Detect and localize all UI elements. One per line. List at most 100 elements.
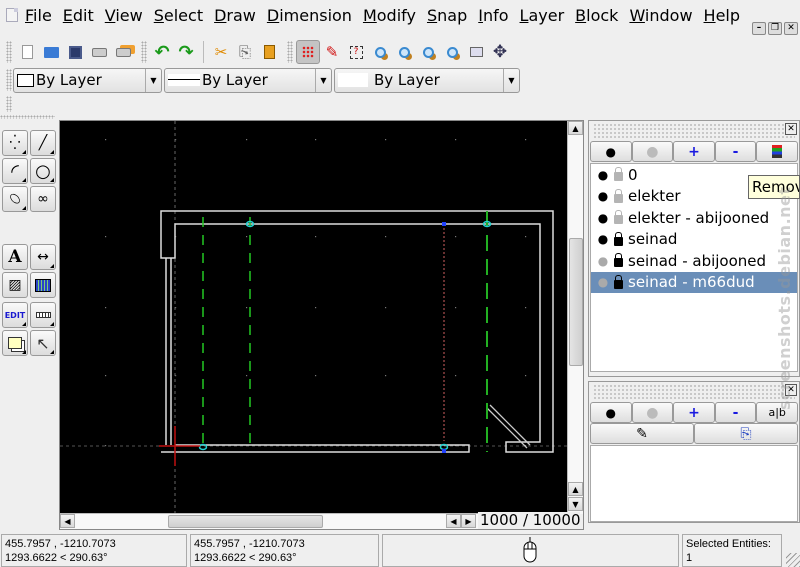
select-tool-button[interactable]: ↖ [30, 330, 56, 356]
hide-all-blocks-button[interactable]: ● [631, 402, 674, 423]
menu-snap[interactable]: Snap [424, 6, 475, 25]
remove-block-button[interactable]: - [714, 402, 757, 423]
vertical-scroll-thumb[interactable] [569, 238, 583, 366]
scroll-up-button[interactable]: ▲ [568, 121, 583, 135]
image-tool-button[interactable] [30, 272, 56, 298]
lock-open-icon[interactable] [614, 167, 623, 182]
show-all-blocks-button[interactable]: ● [590, 402, 632, 423]
dimensions-tool-button[interactable]: ↔ [30, 244, 56, 270]
cut-button[interactable]: ✂ [209, 40, 233, 64]
add-block-button[interactable]: + [673, 402, 715, 423]
lock-open-icon[interactable] [614, 210, 623, 225]
menu-draw[interactable]: Draw [211, 6, 264, 25]
edit-block-button[interactable]: ✎ [590, 423, 694, 444]
remove-layer-button[interactable]: - [714, 141, 757, 162]
zoom-pan-button[interactable]: ✥ [488, 40, 512, 64]
zoom-window-button[interactable] [464, 40, 488, 64]
open-file-button[interactable] [39, 40, 63, 64]
scroll-right-button[interactable]: ▶ [461, 514, 476, 528]
scroll-left-button-right[interactable]: ◀ [446, 514, 461, 528]
redo-button[interactable]: ↷ [174, 40, 198, 64]
block-tool-button[interactable] [2, 330, 28, 356]
save-button[interactable] [63, 40, 87, 64]
layer-row[interactable]: ● elekter - abijooned [591, 207, 797, 229]
ellipses-tool-button[interactable]: ⬯ [2, 186, 28, 212]
edit-layer-button[interactable] [756, 141, 798, 162]
toolbar-grip[interactable] [6, 41, 12, 63]
dock-title-bar[interactable]: ✕ [593, 123, 797, 139]
lock-closed-icon[interactable] [614, 231, 623, 246]
dock-title-bar[interactable]: ✕ [593, 384, 797, 400]
menu-layer[interactable]: Layer [517, 6, 573, 25]
edit-tool-button[interactable]: EDIT [2, 302, 28, 328]
lock-closed-icon[interactable] [614, 253, 623, 268]
menu-info[interactable]: Info [475, 6, 516, 25]
width-combo[interactable]: By Layer ▼ [164, 67, 332, 93]
horizontal-scroll-thumb[interactable] [168, 515, 323, 528]
toolbar-grip[interactable] [287, 41, 293, 63]
new-file-button[interactable] [15, 40, 39, 64]
layer-row[interactable]: ● seinad - m66dud [591, 271, 797, 293]
points-tool-button[interactable]: ⁛ [2, 130, 28, 156]
block-list[interactable] [590, 445, 798, 522]
zoom-in-button[interactable] [368, 40, 392, 64]
layer-row[interactable]: ● seinad [591, 229, 797, 251]
scroll-down-button[interactable]: ▼ [568, 497, 583, 511]
circles-tool-button[interactable]: ○ [30, 158, 56, 184]
draft-mode-button[interactable]: ✎ [320, 40, 344, 64]
eye-hidden-icon[interactable]: ● [595, 275, 611, 289]
undo-button[interactable]: ↶ [150, 40, 174, 64]
menu-file[interactable]: File [22, 6, 60, 25]
zoom-out-button[interactable] [392, 40, 416, 64]
restore-button[interactable]: ❐ [768, 22, 782, 35]
copy-button[interactable]: ⎘ [233, 40, 257, 64]
menu-dimension[interactable]: Dimension [264, 6, 360, 25]
lines-tool-button[interactable]: ╱ [30, 130, 56, 156]
close-button[interactable]: ✕ [784, 22, 798, 35]
print-preview-button[interactable] [111, 40, 135, 64]
eye-icon[interactable]: ● [595, 189, 611, 203]
window-resize-grip[interactable] [786, 553, 800, 567]
toolbar-grip[interactable] [6, 96, 12, 112]
menu-modify[interactable]: Modify [360, 6, 424, 25]
arcs-tool-button[interactable]: ◜ [2, 158, 28, 184]
zoom-auto-button[interactable] [416, 40, 440, 64]
hide-all-layers-button[interactable]: ● [631, 141, 674, 162]
minimize-button[interactable]: – [752, 22, 766, 35]
lock-closed-icon[interactable] [614, 274, 623, 289]
toolbar-grip[interactable] [6, 69, 12, 91]
toolbar-grip[interactable] [141, 41, 147, 63]
measure-tool-button[interactable] [30, 302, 56, 328]
menu-help[interactable]: Help [701, 6, 748, 25]
close-icon[interactable]: ✕ [785, 123, 797, 135]
menu-view[interactable]: View [102, 6, 151, 25]
menu-edit[interactable]: Edit [60, 6, 102, 25]
layer-row[interactable]: ● seinad - abijooned [591, 250, 797, 272]
drawing-canvas[interactable] [60, 121, 568, 514]
insert-block-button[interactable]: ⎘ [694, 423, 798, 444]
zoom-previous-button[interactable] [440, 40, 464, 64]
menu-window[interactable]: Window [626, 6, 700, 25]
vertical-scrollbar[interactable]: ▲ ▲ ▼ [567, 121, 583, 514]
add-layer-button[interactable]: + [673, 141, 715, 162]
grid-toggle-button[interactable] [296, 40, 320, 64]
menu-block[interactable]: Block [572, 6, 626, 25]
redraw-button[interactable]: ? [344, 40, 368, 64]
menu-select[interactable]: Select [151, 6, 211, 25]
linetype-combo[interactable]: By Layer ▼ [334, 67, 520, 93]
text-tool-button[interactable]: A [2, 244, 28, 270]
scroll-up-button-lower[interactable]: ▲ [568, 482, 583, 496]
print-button[interactable] [87, 40, 111, 64]
eye-icon[interactable]: ● [595, 168, 611, 182]
eye-hidden-icon[interactable]: ● [595, 254, 611, 268]
paste-button[interactable] [257, 40, 281, 64]
hatch-tool-button[interactable]: ▨ [2, 272, 28, 298]
lock-open-icon[interactable] [614, 188, 623, 203]
scroll-left-button[interactable]: ◀ [60, 514, 75, 528]
eye-icon[interactable]: ● [595, 232, 611, 246]
show-all-layers-button[interactable]: ● [590, 141, 632, 162]
splines-tool-button[interactable]: ∞ [30, 186, 56, 212]
color-combo[interactable]: By Layer ▼ [13, 67, 162, 93]
palette-grip[interactable] [0, 115, 55, 119]
eye-icon[interactable]: ● [595, 211, 611, 225]
